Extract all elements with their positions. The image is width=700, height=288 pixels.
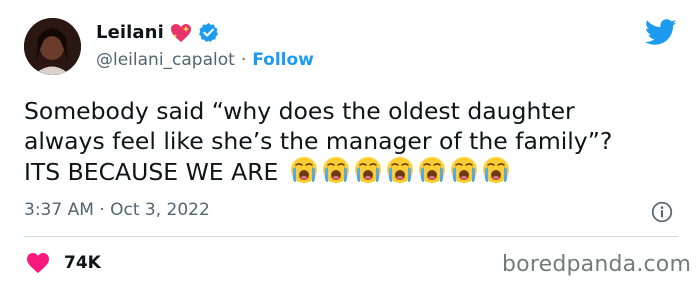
tweet-line-2: always feel like she’s the manager of th… (24, 127, 613, 155)
follow-button[interactable]: Follow (252, 50, 314, 70)
sparkling-heart-icon (170, 23, 191, 42)
like-count: 74K (64, 253, 101, 273)
tweet-line-3: ITS BECAUSE WE ARE (24, 158, 279, 186)
emoji-row (290, 156, 510, 184)
author-name[interactable]: Leilani (96, 22, 164, 43)
loudly-crying-face-icon (322, 157, 349, 183)
loudly-crying-face-icon (482, 157, 509, 183)
author-handle[interactable]: @leilani_capalot (96, 50, 235, 70)
tweet-line-1: Somebody said “why does the oldest daugh… (24, 97, 575, 125)
avatar[interactable] (24, 18, 81, 75)
separator-dot: · (240, 50, 247, 70)
watermark: boredpanda.com (502, 252, 692, 277)
tweet-timestamp[interactable]: 3:37 AM · Oct 3, 2022 (24, 200, 210, 220)
loudly-crying-face-icon (290, 157, 317, 183)
like-heart-icon[interactable] (26, 252, 50, 274)
loudly-crying-face-icon (386, 157, 413, 183)
verified-badge-icon (198, 22, 218, 43)
twitter-bird-icon[interactable] (645, 19, 677, 46)
loudly-crying-face-icon (450, 157, 477, 183)
loudly-crying-face-icon (354, 157, 381, 183)
info-icon[interactable] (651, 201, 673, 223)
tweet-text: Somebody said “why does the oldest daugh… (24, 96, 684, 187)
loudly-crying-face-icon (418, 157, 445, 183)
divider (24, 236, 678, 237)
